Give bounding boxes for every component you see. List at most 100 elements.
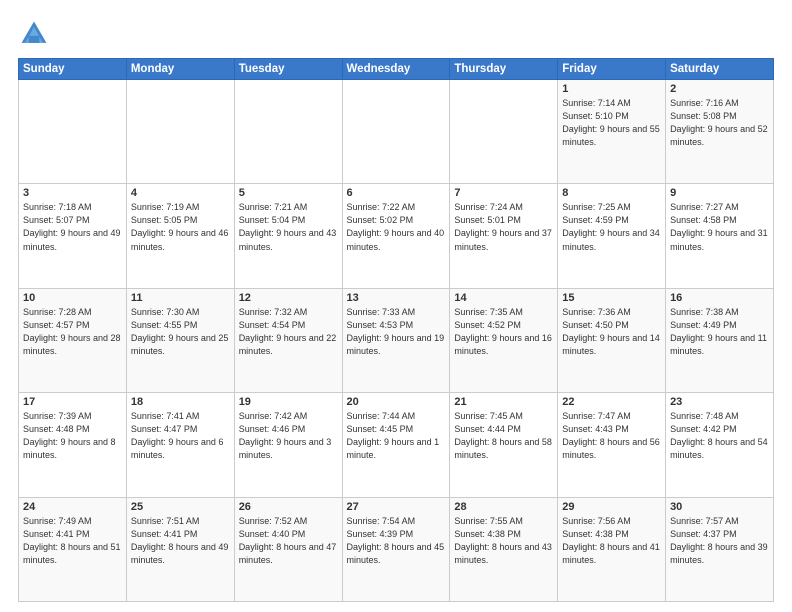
day-number: 2 [670,83,769,95]
day-cell: 14 Sunrise: 7:35 AM Sunset: 4:52 PM Dayli… [450,288,558,392]
day-cell: 5 Sunrise: 7:21 AM Sunset: 5:04 PM Daylig… [234,184,342,288]
day-number: 5 [239,187,338,199]
week-row-4: 24 Sunrise: 7:49 AM Sunset: 4:41 PM Dayli… [19,497,774,601]
day-cell: 13Sunrise: 7:33 AM Sunset: 4:53 PM Dayli… [342,288,450,392]
day-number: 12 [239,292,338,304]
week-row-2: 10 Sunrise: 7:28 AM Sunset: 4:57 PM Dayli… [19,288,774,392]
day-cell: 29 Sunrise: 7:56 AM Sunset: 4:38 PM Dayli… [558,497,666,601]
week-row-1: 3 Sunrise: 7:18 AM Sunset: 5:07 PM Daylig… [19,184,774,288]
calendar-header: SundayMondayTuesdayWednesdayThursdayFrid… [19,59,774,80]
week-row-3: 17Sunrise: 7:39 AM Sunset: 4:48 PM Dayli… [19,393,774,497]
day-number: 21 [454,396,553,408]
weekday-header-saturday: Saturday [666,59,774,80]
day-info: Sunrise: 7:21 AM Sunset: 5:04 PM Dayligh… [239,201,338,253]
day-cell: 17Sunrise: 7:39 AM Sunset: 4:48 PM Dayli… [19,393,127,497]
day-cell: 7Sunrise: 7:24 AM Sunset: 5:01 PM Daylig… [450,184,558,288]
day-info: Sunrise: 7:35 AM Sunset: 4:52 PM Dayligh… [454,306,553,358]
day-info: Sunrise: 7:51 AM Sunset: 4:41 PM Dayligh… [131,515,230,567]
day-info: Sunrise: 7:22 AM Sunset: 5:02 PM Dayligh… [347,201,446,253]
day-cell: 24 Sunrise: 7:49 AM Sunset: 4:41 PM Dayli… [19,497,127,601]
day-number: 15 [562,292,661,304]
weekday-header-monday: Monday [126,59,234,80]
day-cell [234,80,342,184]
day-cell: 9 Sunrise: 7:27 AM Sunset: 4:58 PM Daylig… [666,184,774,288]
day-info: Sunrise: 7:52 AM Sunset: 4:40 PM Dayligh… [239,515,338,567]
day-number: 27 [347,501,446,513]
day-info: Sunrise: 7:16 AM Sunset: 5:08 PM Dayligh… [670,97,769,149]
day-info: Sunrise: 7:45 AM Sunset: 4:44 PM Dayligh… [454,410,553,462]
day-number: 8 [562,187,661,199]
day-cell: 22 Sunrise: 7:47 AM Sunset: 4:43 PM Dayli… [558,393,666,497]
day-info: Sunrise: 7:18 AM Sunset: 5:07 PM Dayligh… [23,201,122,253]
day-number: 7 [454,187,553,199]
weekday-header-tuesday: Tuesday [234,59,342,80]
day-number: 20 [347,396,446,408]
day-number: 3 [23,187,122,199]
day-info: Sunrise: 7:49 AM Sunset: 4:41 PM Dayligh… [23,515,122,567]
day-number: 4 [131,187,230,199]
day-cell: 23Sunrise: 7:48 AM Sunset: 4:42 PM Dayli… [666,393,774,497]
day-number: 6 [347,187,446,199]
day-info: Sunrise: 7:14 AM Sunset: 5:10 PM Dayligh… [562,97,661,149]
day-info: Sunrise: 7:54 AM Sunset: 4:39 PM Dayligh… [347,515,446,567]
day-number: 26 [239,501,338,513]
day-number: 14 [454,292,553,304]
day-info: Sunrise: 7:47 AM Sunset: 4:43 PM Dayligh… [562,410,661,462]
day-cell: 15 Sunrise: 7:36 AM Sunset: 4:50 PM Dayli… [558,288,666,392]
day-info: Sunrise: 7:56 AM Sunset: 4:38 PM Dayligh… [562,515,661,567]
day-info: Sunrise: 7:27 AM Sunset: 4:58 PM Dayligh… [670,201,769,253]
day-cell [126,80,234,184]
logo [18,18,54,50]
day-info: Sunrise: 7:44 AM Sunset: 4:45 PM Dayligh… [347,410,446,462]
day-number: 13 [347,292,446,304]
day-info: Sunrise: 7:38 AM Sunset: 4:49 PM Dayligh… [670,306,769,358]
day-cell: 26 Sunrise: 7:52 AM Sunset: 4:40 PM Dayli… [234,497,342,601]
page: SundayMondayTuesdayWednesdayThursdayFrid… [0,0,792,612]
day-number: 18 [131,396,230,408]
day-number: 9 [670,187,769,199]
day-number: 25 [131,501,230,513]
weekday-row: SundayMondayTuesdayWednesdayThursdayFrid… [19,59,774,80]
day-number: 29 [562,501,661,513]
day-info: Sunrise: 7:41 AM Sunset: 4:47 PM Dayligh… [131,410,230,462]
day-cell: 28Sunrise: 7:55 AM Sunset: 4:38 PM Dayli… [450,497,558,601]
header [18,18,774,50]
day-cell: 6 Sunrise: 7:22 AM Sunset: 5:02 PM Daylig… [342,184,450,288]
day-number: 28 [454,501,553,513]
day-info: Sunrise: 7:39 AM Sunset: 4:48 PM Dayligh… [23,410,122,462]
day-cell: 11Sunrise: 7:30 AM Sunset: 4:55 PM Dayli… [126,288,234,392]
weekday-header-thursday: Thursday [450,59,558,80]
weekday-header-sunday: Sunday [19,59,127,80]
day-cell: 12 Sunrise: 7:32 AM Sunset: 4:54 PM Dayli… [234,288,342,392]
day-cell: 27 Sunrise: 7:54 AM Sunset: 4:39 PM Dayli… [342,497,450,601]
day-cell [19,80,127,184]
day-cell: 1 Sunrise: 7:14 AM Sunset: 5:10 PM Daylig… [558,80,666,184]
day-cell: 25 Sunrise: 7:51 AM Sunset: 4:41 PM Dayli… [126,497,234,601]
day-info: Sunrise: 7:25 AM Sunset: 4:59 PM Dayligh… [562,201,661,253]
day-number: 22 [562,396,661,408]
day-cell [450,80,558,184]
day-cell [342,80,450,184]
day-number: 23 [670,396,769,408]
day-info: Sunrise: 7:42 AM Sunset: 4:46 PM Dayligh… [239,410,338,462]
day-number: 24 [23,501,122,513]
day-cell: 19Sunrise: 7:42 AM Sunset: 4:46 PM Dayli… [234,393,342,497]
day-cell: 30Sunrise: 7:57 AM Sunset: 4:37 PM Dayli… [666,497,774,601]
day-info: Sunrise: 7:19 AM Sunset: 5:05 PM Dayligh… [131,201,230,253]
day-cell: 2 Sunrise: 7:16 AM Sunset: 5:08 PM Daylig… [666,80,774,184]
day-info: Sunrise: 7:32 AM Sunset: 4:54 PM Dayligh… [239,306,338,358]
week-row-0: 1 Sunrise: 7:14 AM Sunset: 5:10 PM Daylig… [19,80,774,184]
day-info: Sunrise: 7:36 AM Sunset: 4:50 PM Dayligh… [562,306,661,358]
day-cell: 21 Sunrise: 7:45 AM Sunset: 4:44 PM Dayli… [450,393,558,497]
day-cell: 3 Sunrise: 7:18 AM Sunset: 5:07 PM Daylig… [19,184,127,288]
day-number: 1 [562,83,661,95]
day-cell: 10 Sunrise: 7:28 AM Sunset: 4:57 PM Dayli… [19,288,127,392]
day-info: Sunrise: 7:28 AM Sunset: 4:57 PM Dayligh… [23,306,122,358]
day-number: 10 [23,292,122,304]
day-info: Sunrise: 7:30 AM Sunset: 4:55 PM Dayligh… [131,306,230,358]
day-number: 16 [670,292,769,304]
day-cell: 16 Sunrise: 7:38 AM Sunset: 4:49 PM Dayli… [666,288,774,392]
day-cell: 18 Sunrise: 7:41 AM Sunset: 4:47 PM Dayli… [126,393,234,497]
calendar-body: 1 Sunrise: 7:14 AM Sunset: 5:10 PM Daylig… [19,80,774,602]
calendar-table: SundayMondayTuesdayWednesdayThursdayFrid… [18,58,774,602]
